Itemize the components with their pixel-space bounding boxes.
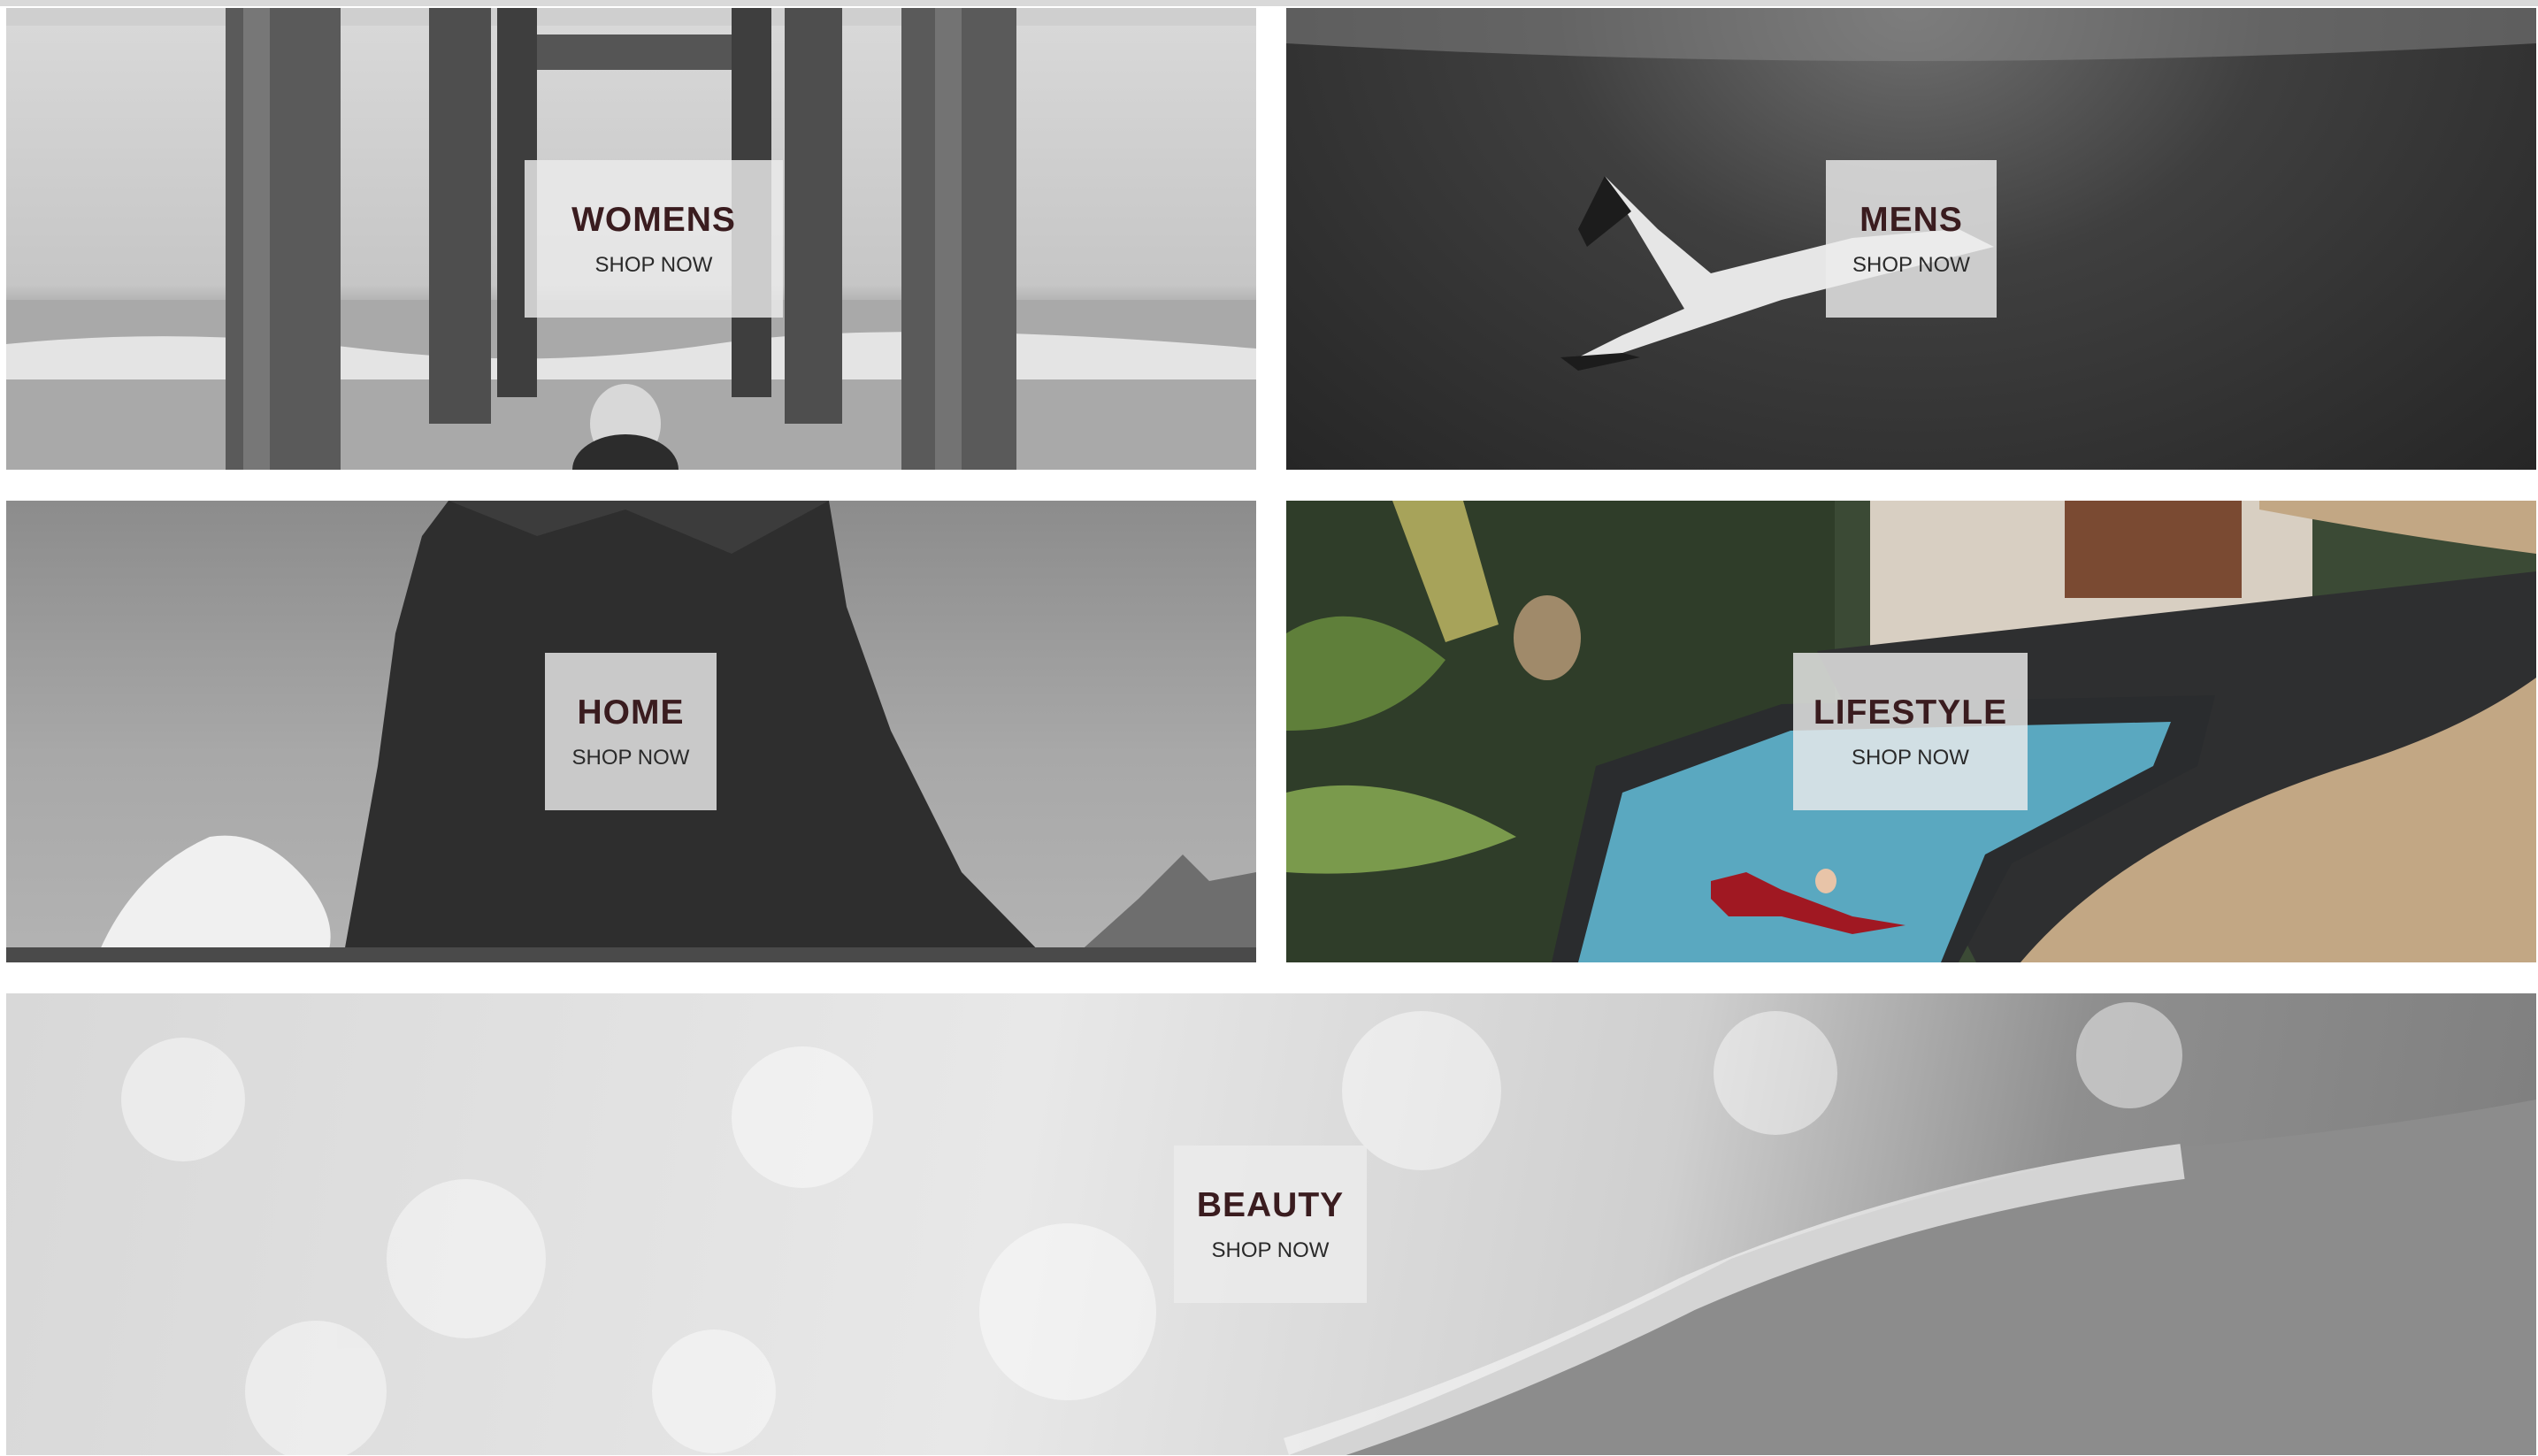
- category-tile-beauty[interactable]: BEAUTY SHOP NOW: [6, 993, 2536, 1455]
- lifestyle-title: LIFESTYLE: [1813, 693, 2008, 732]
- top-divider-line: [0, 0, 2538, 6]
- beauty-title: BEAUTY: [1196, 1185, 1345, 1224]
- lifestyle-label-box[interactable]: LIFESTYLE SHOP NOW: [1793, 653, 2028, 810]
- mens-title: MENS: [1859, 200, 1963, 239]
- womens-title: WOMENS: [571, 200, 736, 239]
- mens-shop-now-link[interactable]: SHOP NOW: [1852, 254, 1970, 276]
- category-tile-home[interactable]: HOME SHOP NOW: [6, 501, 1256, 962]
- beauty-shop-now-link[interactable]: SHOP NOW: [1212, 1239, 1330, 1261]
- home-title: HOME: [577, 693, 685, 732]
- home-label-box[interactable]: HOME SHOP NOW: [545, 653, 717, 810]
- womens-shop-now-link[interactable]: SHOP NOW: [595, 254, 713, 276]
- category-tile-lifestyle[interactable]: LIFESTYLE SHOP NOW: [1286, 501, 2536, 962]
- beauty-label-box[interactable]: BEAUTY SHOP NOW: [1174, 1146, 1367, 1303]
- mens-label-box[interactable]: MENS SHOP NOW: [1826, 160, 1997, 318]
- category-tile-womens[interactable]: WOMENS SHOP NOW: [6, 8, 1256, 470]
- category-tile-mens[interactable]: MENS SHOP NOW: [1286, 8, 2536, 470]
- womens-label-box[interactable]: WOMENS SHOP NOW: [525, 160, 783, 318]
- home-shop-now-link[interactable]: SHOP NOW: [572, 747, 690, 769]
- lifestyle-shop-now-link[interactable]: SHOP NOW: [1852, 747, 1969, 769]
